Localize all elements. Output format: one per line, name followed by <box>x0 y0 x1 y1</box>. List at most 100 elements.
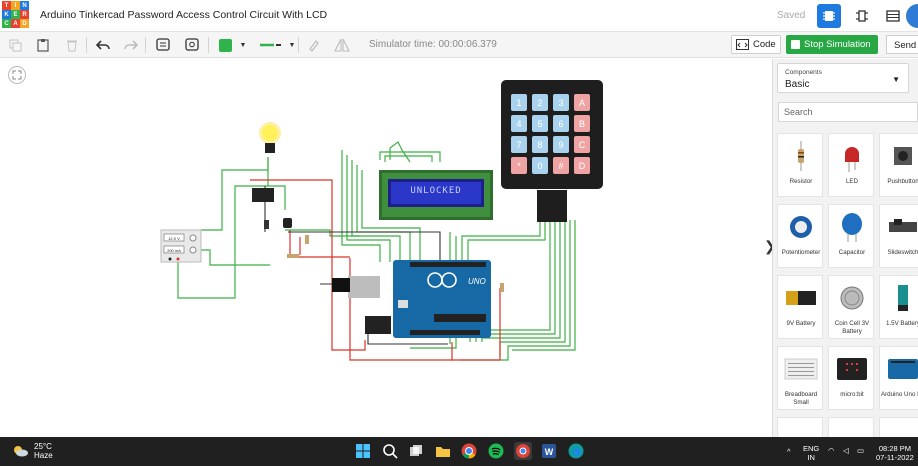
component-card-breadboard[interactable]: Breadboard Small <box>777 346 823 410</box>
keypad-key-label: * <box>517 161 521 171</box>
language-indicator[interactable]: ENG IN <box>803 444 819 462</box>
component-card-resistor[interactable]: Resistor <box>777 133 823 197</box>
send-to-button[interactable]: Send T <box>886 35 918 54</box>
schematic-view-button[interactable] <box>850 4 874 28</box>
power-supply[interactable]: 12.0 V 200 mA <box>160 229 202 263</box>
flip-icon[interactable] <box>333 36 351 54</box>
component-card-capacitor[interactable]: Capacitor <box>828 204 874 268</box>
component-card-1-5v-battery[interactable]: 1.5V Battery <box>879 275 918 339</box>
component-card-more-2[interactable] <box>828 417 874 437</box>
arduino-icon <box>880 351 918 387</box>
code-icon <box>736 39 749 50</box>
chevron-down-icon[interactable]: ▼ <box>234 36 252 54</box>
word-icon[interactable]: W <box>540 442 558 460</box>
resistor-2[interactable] <box>287 254 299 258</box>
clock-date: 07-11-2022 <box>876 453 914 462</box>
component-list-icon <box>886 10 900 22</box>
component-card-coin-cell[interactable]: Coin Cell 3V Battery <box>828 275 874 339</box>
component-card-pushbutton[interactable]: Pushbutton <box>879 133 918 197</box>
component-card-more-3[interactable] <box>879 417 918 437</box>
keypad-key-label: # <box>558 161 563 171</box>
component-label: 9V Battery <box>786 320 816 327</box>
copy-icon[interactable] <box>6 36 24 54</box>
weather-icon <box>14 446 28 457</box>
simulator-time: Simulator time: 00:00:06.379 <box>369 39 497 50</box>
task-view-icon[interactable] <box>407 442 425 460</box>
temperature: 25°C <box>34 442 52 451</box>
svg-text:W: W <box>545 447 554 457</box>
wifi-icon[interactable]: ◠ <box>828 446 835 455</box>
windows-start-icon[interactable] <box>354 442 372 460</box>
delete-icon[interactable] <box>63 36 81 54</box>
file-explorer-icon[interactable] <box>434 442 452 460</box>
schematic-icon <box>856 10 868 22</box>
component-card-9v-battery[interactable]: 9V Battery <box>777 275 823 339</box>
circuit-view-button[interactable] <box>817 4 841 28</box>
paste-icon[interactable] <box>34 36 52 54</box>
keypad-key-label: 8 <box>537 140 542 150</box>
weather-widget[interactable]: 25°C Haze <box>12 442 53 460</box>
project-title[interactable]: Arduino Tinkercad Password Access Contro… <box>40 9 327 21</box>
component-label: Arduino Uno R3 <box>880 391 918 398</box>
wire-type-picker[interactable] <box>258 36 284 54</box>
keypad-key-label: 4 <box>516 119 521 129</box>
component-card-potentiometer[interactable]: Potentiometer <box>777 204 823 268</box>
resistor-3[interactable] <box>500 283 504 292</box>
resistor-1[interactable] <box>305 235 309 244</box>
lcd-display[interactable]: UNLOCKED <box>379 170 493 220</box>
component-label: Coin Cell 3V Battery <box>834 320 870 335</box>
component-card-arduino-uno[interactable]: Arduino Uno R3 <box>879 346 918 410</box>
keypad-key-label: 1 <box>516 98 521 108</box>
component-card-microbit[interactable]: micro:bit <box>828 346 874 410</box>
wire-color-picker[interactable] <box>216 36 234 54</box>
stop-simulation-button[interactable]: Stop Simulation <box>786 35 878 54</box>
tinkercad-logo[interactable]: T I N K E R C A D <box>2 1 29 29</box>
pushbutton-icon <box>880 138 918 174</box>
psu-voltage: 12.0 V <box>168 236 180 241</box>
component-card-slideswitch[interactable]: Slideswitch <box>879 204 918 268</box>
relay[interactable] <box>252 188 274 202</box>
lang-text: ENG <box>803 444 820 453</box>
chrome-icon[interactable] <box>460 442 478 460</box>
light-bulb[interactable] <box>259 122 281 153</box>
component-label: LED <box>845 178 859 185</box>
code-button[interactable]: Code <box>731 35 781 54</box>
transistor[interactable] <box>283 218 292 228</box>
resistor-icon <box>778 138 824 174</box>
keypad[interactable]: 1 2 3 A 4 5 6 B 7 8 9 C * 0 # D <box>501 80 603 222</box>
microbit-icon <box>829 351 875 387</box>
components-value: Basic <box>785 79 810 90</box>
components-dropdown[interactable]: Components Basic ▼ <box>777 63 909 93</box>
volume-icon[interactable]: ◁ <box>843 446 849 455</box>
battery-icon[interactable]: ▭ <box>857 446 864 455</box>
chrome-active-icon[interactable] <box>514 442 532 460</box>
region-text: IN <box>807 453 815 462</box>
arduino-uno[interactable]: UNO <box>332 260 491 338</box>
workplane-canvas[interactable]: 12.0 V 200 mA UNLOCKED 1 2 3 A 4 5 6 B 7 8 9 C * 0 # D <box>0 59 772 437</box>
edge-icon[interactable] <box>567 442 585 460</box>
clock-time: 08:28 PM <box>878 444 911 453</box>
undo-icon[interactable] <box>94 36 112 54</box>
component-label: 1.5V Battery <box>885 320 918 327</box>
circuit-icon <box>823 11 835 21</box>
component-card-more-1[interactable] <box>777 417 823 437</box>
component-list-button[interactable] <box>881 4 905 28</box>
search-input[interactable]: Search <box>778 102 918 122</box>
search-icon[interactable] <box>381 442 399 460</box>
component-label: Potentiometer <box>781 249 821 256</box>
breadboard-icon <box>778 351 824 387</box>
tinkercad-window: T I N K E R C A D Arduino Tinkercad Pass… <box>0 0 918 466</box>
clock[interactable]: 08:28 PM 07-11-2022 <box>876 444 914 462</box>
component-card-led[interactable]: LED <box>828 133 874 197</box>
diode[interactable] <box>264 220 269 229</box>
app-header: T I N K E R C A D Arduino Tinkercad Pass… <box>0 0 918 32</box>
annotation-icon[interactable] <box>183 36 201 54</box>
notes-icon[interactable] <box>154 36 172 54</box>
spotify-icon[interactable] <box>487 442 505 460</box>
redo-icon[interactable] <box>122 36 140 54</box>
rotate-icon[interactable] <box>305 36 323 54</box>
user-avatar[interactable] <box>906 4 918 28</box>
capacitor-icon <box>829 209 875 245</box>
tray-chevron-icon[interactable]: ^ <box>787 447 791 456</box>
components-panel: Components Basic ▼ Search Resistor LED P… <box>772 59 918 437</box>
